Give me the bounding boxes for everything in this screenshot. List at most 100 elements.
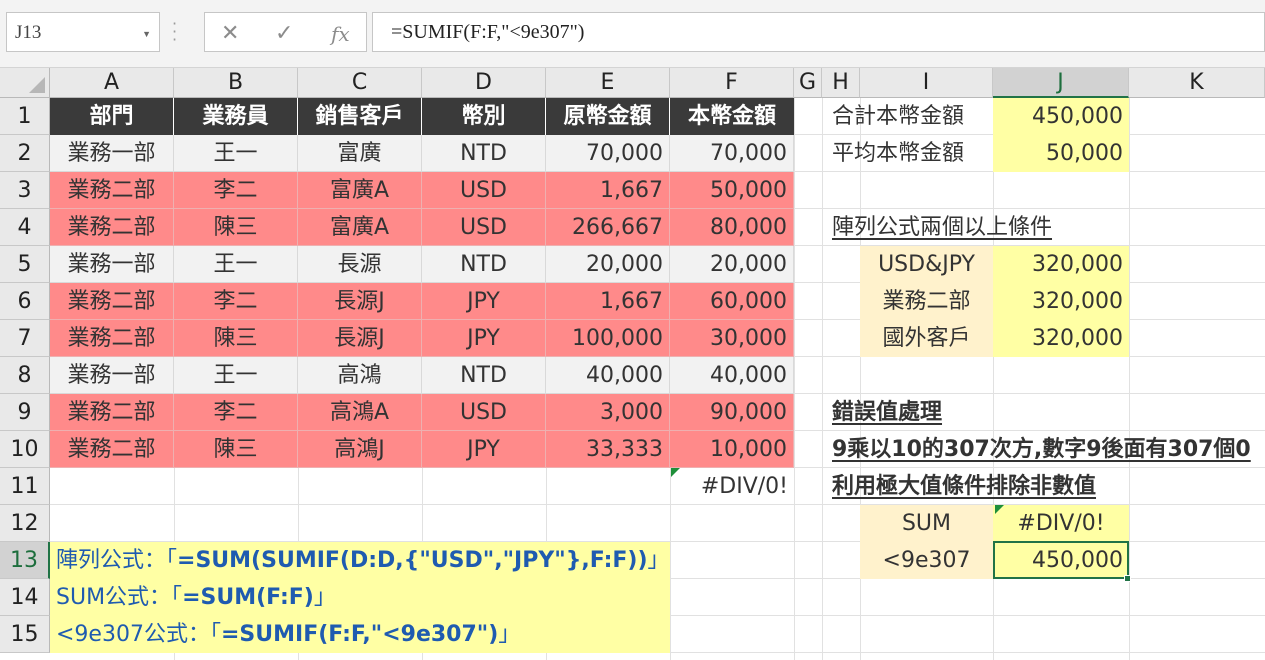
column-header-b[interactable]: B (174, 68, 298, 98)
table-cell[interactable]: 長源 (298, 246, 422, 283)
table-cell[interactable]: 70,000 (670, 135, 794, 172)
column-header-f[interactable]: F (670, 68, 794, 98)
table-cell[interactable]: NTD (422, 357, 546, 394)
condition-label[interactable]: USD&JPY (860, 246, 993, 283)
table-cell[interactable]: 王一 (174, 135, 298, 172)
column-header-k[interactable]: K (1129, 68, 1265, 98)
column-header-e[interactable]: E (546, 68, 670, 98)
row-header-11[interactable]: 11 (0, 468, 50, 505)
condition-label[interactable]: 國外客戶 (860, 320, 993, 357)
table-header-cell[interactable]: 幣別 (422, 98, 546, 135)
row-header-12[interactable]: 12 (0, 505, 50, 542)
column-header-a[interactable]: A (50, 68, 174, 98)
average-value[interactable]: 50,000 (993, 135, 1129, 172)
error-section-title[interactable]: 錯誤值處理 (826, 394, 1126, 431)
table-cell[interactable]: 陳三 (174, 431, 298, 468)
table-cell[interactable]: 業務二部 (50, 209, 174, 246)
row-header-2[interactable]: 2 (0, 135, 50, 172)
table-header-cell[interactable]: 業務員 (174, 98, 298, 135)
chevron-down-icon[interactable]: ▼ (142, 29, 151, 39)
table-cell[interactable]: 20,000 (670, 246, 794, 283)
row-header-7[interactable]: 7 (0, 320, 50, 357)
row-header-10[interactable]: 10 (0, 431, 50, 468)
array-section-title[interactable]: 陣列公式兩個以上條件 (826, 209, 1126, 246)
column-header-i[interactable]: I (860, 68, 993, 98)
total-value[interactable]: 450,000 (993, 98, 1129, 135)
row-header-15[interactable]: 15 (0, 616, 50, 653)
condition-label[interactable]: 業務二部 (860, 283, 993, 320)
column-header-g[interactable]: G (794, 68, 822, 98)
table-cell[interactable]: 李二 (174, 172, 298, 209)
table-cell[interactable]: 業務一部 (50, 246, 174, 283)
table-cell[interactable]: 266,667 (546, 209, 670, 246)
table-cell[interactable]: 40,000 (670, 357, 794, 394)
average-label[interactable]: 平均本幣金額 (826, 135, 993, 172)
row-header-5[interactable]: 5 (0, 246, 50, 283)
name-box[interactable]: J13 ▼ (6, 12, 160, 52)
cancel-icon[interactable]: ✕ (221, 21, 239, 46)
note-array-formula[interactable]: 陣列公式：「=SUM(SUMIF(D:D,{"USD","JPY"},F:F))… (50, 542, 670, 579)
row-header-8[interactable]: 8 (0, 357, 50, 394)
table-header-cell[interactable]: 部門 (50, 98, 174, 135)
note-sum-formula[interactable]: SUM公式：「=SUM(F:F)」 (50, 579, 670, 616)
threshold-label[interactable]: <9e307 (860, 542, 993, 579)
row-header-9[interactable]: 9 (0, 394, 50, 431)
error-note-line1[interactable]: 9乘以10的307次方,數字9後面有307個0 (826, 431, 1262, 468)
table-cell[interactable]: JPY (422, 283, 546, 320)
table-cell[interactable]: 高鴻 (298, 357, 422, 394)
row-header-13[interactable]: 13 (0, 542, 50, 579)
drag-handle-icon[interactable]: · · · (172, 16, 182, 48)
table-cell[interactable]: 富廣A (298, 209, 422, 246)
table-cell[interactable]: 業務二部 (50, 394, 174, 431)
table-cell[interactable]: 1,667 (546, 283, 670, 320)
sum-value[interactable]: #DIV/0! (993, 505, 1129, 542)
error-note-line2[interactable]: 利用極大值條件排除非數值 (826, 468, 1262, 505)
note-sumif-formula[interactable]: <9e307公式：「=SUMIF(F:F,"<9e307")」 (50, 616, 670, 653)
table-cell[interactable]: 100,000 (546, 320, 670, 357)
condition-value[interactable]: 320,000 (993, 246, 1129, 283)
table-cell[interactable]: 業務一部 (50, 357, 174, 394)
table-cell[interactable]: 50,000 (670, 172, 794, 209)
table-cell[interactable]: NTD (422, 135, 546, 172)
row-header-14[interactable]: 14 (0, 579, 50, 616)
table-cell[interactable]: 業務二部 (50, 172, 174, 209)
table-cell[interactable]: 70,000 (546, 135, 670, 172)
insert-function-icon[interactable]: fx (331, 22, 350, 46)
select-all-button[interactable] (0, 68, 50, 98)
table-cell[interactable]: 業務二部 (50, 320, 174, 357)
condition-value[interactable]: 320,000 (993, 320, 1129, 357)
table-cell[interactable]: 30,000 (670, 320, 794, 357)
table-cell[interactable]: 業務二部 (50, 283, 174, 320)
total-label[interactable]: 合計本幣金額 (826, 98, 993, 135)
fill-handle[interactable] (1124, 575, 1131, 582)
table-cell[interactable]: JPY (422, 320, 546, 357)
condition-value[interactable]: 320,000 (993, 283, 1129, 320)
table-cell[interactable]: 王一 (174, 357, 298, 394)
table-cell[interactable]: 33,333 (546, 431, 670, 468)
table-cell[interactable]: USD (422, 394, 546, 431)
table-header-cell[interactable]: 銷售客戶 (298, 98, 422, 135)
table-cell[interactable]: USD (422, 172, 546, 209)
table-cell[interactable]: 陳三 (174, 320, 298, 357)
column-header-c[interactable]: C (298, 68, 422, 98)
table-cell[interactable]: JPY (422, 431, 546, 468)
table-cell[interactable]: 60,000 (670, 283, 794, 320)
table-cell[interactable]: NTD (422, 246, 546, 283)
table-cell[interactable]: 10,000 (670, 431, 794, 468)
table-cell[interactable]: 業務二部 (50, 431, 174, 468)
table-header-cell[interactable]: 原幣金額 (546, 98, 670, 135)
table-header-cell[interactable]: 本幣金額 (670, 98, 794, 135)
table-cell[interactable]: 40,000 (546, 357, 670, 394)
table-cell[interactable]: 業務一部 (50, 135, 174, 172)
table-cell[interactable]: 李二 (174, 283, 298, 320)
table-cell[interactable]: 陳三 (174, 209, 298, 246)
sum-label[interactable]: SUM (860, 505, 993, 542)
enter-icon[interactable]: ✓ (275, 21, 293, 46)
table-cell[interactable]: 1,667 (546, 172, 670, 209)
row-header-1[interactable]: 1 (0, 98, 50, 135)
table-cell[interactable]: 富廣 (298, 135, 422, 172)
column-header-j[interactable]: J (993, 68, 1129, 98)
error-indicator-icon[interactable] (995, 505, 1004, 514)
table-cell[interactable]: USD (422, 209, 546, 246)
table-cell[interactable]: 高鴻J (298, 431, 422, 468)
